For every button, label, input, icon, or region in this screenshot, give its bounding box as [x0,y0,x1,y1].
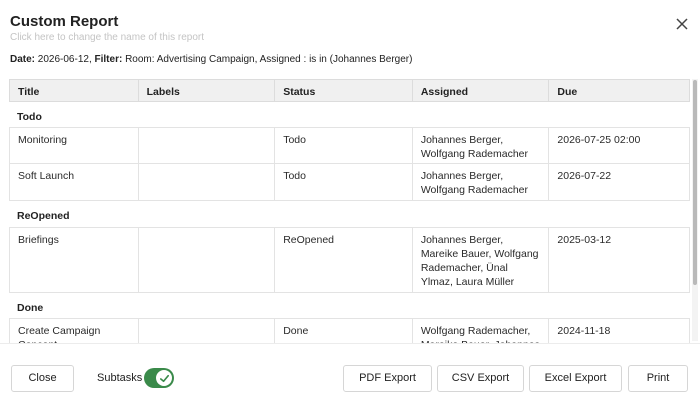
report-table: Title Labels Status Assigned Due Todo Mo… [9,79,690,343]
cell-due: 2025-03-12 [557,234,612,246]
custom-report-dialog: Custom Report Click here to change the n… [0,0,700,403]
subtasks-toggle[interactable] [144,368,174,388]
cell-title: Soft Launch [10,164,139,200]
checkmark-icon [156,370,172,386]
table-row[interactable]: Monitoring Todo Johannes Berger, Wolfgan… [9,127,690,164]
table-body: Todo Monitoring Todo Johannes Berger, Wo… [9,102,690,343]
cell-status: Done [275,319,413,343]
dialog-title: Custom Report [10,13,119,30]
cell-assigned: Johannes Berger, Mareike Bauer, Wolfgang… [413,228,550,292]
column-header-labels[interactable]: Labels [139,80,276,101]
close-button[interactable]: Close [11,365,74,392]
cell-assigned: Johannes Berger, Wolfgang Rademacher [413,164,550,200]
date-value: 2026-06-12, [37,54,92,65]
cell-status: Todo [275,164,413,200]
cell-labels [139,164,276,200]
cell-labels [139,319,276,343]
rename-report-hint[interactable]: Click here to change the name of this re… [10,32,204,43]
table-scrollbar-thumb[interactable] [693,80,697,285]
cell-assigned: Wolfgang Rademacher, Mareike Bauer, Joha… [413,319,550,343]
cell-due: 2024-11-18 [557,325,611,337]
cell-status: Todo [275,128,413,163]
excel-export-button[interactable]: Excel Export [529,365,622,392]
date-label: Date: [10,54,36,65]
column-header-due[interactable]: Due [549,80,689,101]
cell-title: Monitoring [10,128,139,163]
cell-title: Create Campaign Concept [10,319,139,343]
cell-labels [139,128,276,163]
cell-labels [139,228,276,292]
cell-due: 2026-07-22 [557,170,612,182]
csv-export-button[interactable]: CSV Export [437,365,524,392]
group-header-done: Done [17,302,44,314]
table-header: Title Labels Status Assigned Due [9,79,690,102]
subtasks-label: Subtasks [97,372,143,384]
table-row[interactable]: Soft Launch Todo Johannes Berger, Wolfga… [9,164,690,201]
column-header-assigned[interactable]: Assigned [413,80,550,101]
print-button[interactable]: Print [628,365,688,392]
group-header-todo: Todo [17,111,42,123]
footer-divider [0,343,700,344]
pdf-export-button[interactable]: PDF Export [343,365,432,392]
close-icon[interactable] [674,16,690,32]
table-row[interactable]: Briefings ReOpened Johannes Berger, Mare… [9,227,690,293]
cell-assigned: Johannes Berger, Wolfgang Rademacher [413,128,550,163]
filter-label: Filter: [94,54,123,65]
cell-status: ReOpened [275,228,413,292]
column-header-title[interactable]: Title [10,80,139,101]
cell-due: 2026-07-25 02:00 [557,134,641,146]
column-header-status[interactable]: Status [275,80,413,101]
filter-value: Room: Advertising Campaign, Assigned : i… [125,54,413,65]
table-row[interactable]: Create Campaign Concept Done Wolfgang Ra… [9,318,690,343]
filter-summary: Date: 2026-06-12, Filter: Room: Advertis… [10,54,412,65]
group-header-reopened: ReOpened [17,210,70,222]
cell-title: Briefings [10,228,139,292]
